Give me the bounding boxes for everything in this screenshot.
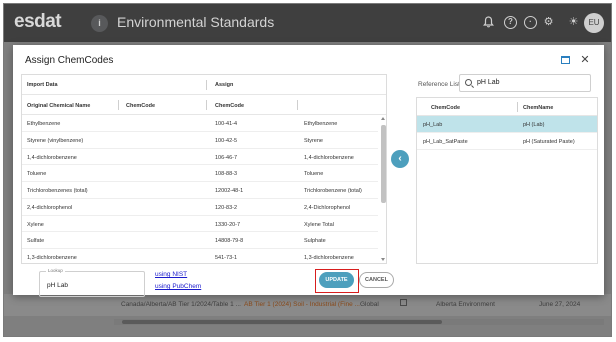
table-column-header: Original Chemical Name ChemCode ChemCode: [22, 95, 386, 115]
cell-ref-chemcode: pH_Lab_SatPaste: [423, 139, 468, 145]
table-row[interactable]: Trichlorobenzenes (total) 12002-48-1 Trich…: [22, 182, 378, 199]
bg-cell-date: June 27, 2024: [539, 301, 581, 308]
search-icon: [465, 79, 472, 86]
cell-assign-chemname: Sulphate: [304, 238, 326, 245]
assign-from-reference-button[interactable]: ‹: [391, 150, 409, 168]
background-horizontal-scrollbar: [114, 319, 604, 325]
info-icon[interactable]: i: [91, 15, 108, 32]
scroll-up-icon[interactable]: [381, 117, 385, 120]
reference-table: ChemCode ChemName pH_Lab pH (Lab) pH_Lab_S…: [416, 97, 598, 264]
assign-chemcodes-dialog: Assign ChemCodes ✕ Import Data Assign Or…: [13, 45, 604, 297]
reference-row[interactable]: pH_Lab_SatPaste pH (Saturated Paste): [417, 133, 597, 150]
cell-ref-chemcode: pH_Lab: [423, 122, 443, 128]
bg-cell-scope: Global: [360, 301, 379, 308]
using-nist-link[interactable]: using NIST: [155, 271, 187, 278]
col-ref-chemcode[interactable]: ChemCode: [431, 105, 460, 111]
cell-assign-chemname: Styrene: [304, 137, 323, 144]
table-vertical-scrollbar[interactable]: [380, 115, 386, 263]
cell-assign-chemcode: 14808-79-8: [215, 238, 244, 245]
reference-row[interactable]: pH_Lab pH (Lab): [417, 116, 597, 133]
table-row[interactable]: Ethylbenzene 100-41-4 Ethylbenzene: [22, 115, 378, 132]
cell-original-name: Trichlorobenzenes (total): [27, 188, 88, 194]
bell-icon[interactable]: [482, 16, 495, 29]
group-header-import: Import Data: [27, 82, 58, 88]
cell-assign-chemname: Ethylbenzene: [304, 121, 338, 127]
scroll-thumb[interactable]: [381, 125, 386, 203]
cell-ref-chemname: pH (Saturated Paste): [523, 139, 575, 145]
cell-original-name: 1,3-dichlorobenzene: [27, 255, 77, 261]
cell-original-name: Sulfate: [27, 238, 45, 245]
table-body: Ethylbenzene 100-41-4 Ethylbenzene Styrene …: [22, 115, 378, 263]
page-title: Environmental Standards: [117, 14, 275, 30]
using-pubchem-link[interactable]: using PubChem: [155, 283, 201, 290]
bg-cell-path: Canada/Alberta/AB Tier 1/2024/Table 1 ..…: [121, 301, 241, 308]
history-icon[interactable]: ·: [524, 16, 537, 29]
col-ref-chemname[interactable]: ChemName: [523, 105, 553, 111]
col-original-chemical-name[interactable]: Original Chemical Name: [27, 103, 90, 109]
cell-assign-chemcode: 108-88-3: [215, 171, 238, 178]
table-row[interactable]: 2,4-dichlorophenol 120-83-2 2,4-Dichloroph…: [22, 199, 378, 216]
cancel-button[interactable]: CANCEL: [359, 272, 394, 288]
maximize-icon[interactable]: [561, 56, 570, 64]
cell-original-name: 1,4-dichlorobenzene: [27, 154, 77, 161]
screenshot-frame: esdat i Environmental Standards ? · ⚙ ☀ …: [3, 3, 612, 337]
cell-assign-chemname: Xylene Total: [304, 221, 334, 228]
cell-assign-chemcode: 100-42-5: [215, 137, 238, 144]
table-row[interactable]: 1,4-dichlorobenzene 106-46-7 1,4-dichlorob…: [22, 149, 378, 166]
table-row[interactable]: Sulfate 14808-79-8 Sulphate: [22, 232, 378, 249]
update-button[interactable]: UPDATE: [319, 272, 354, 288]
group-header-assign: Assign: [215, 82, 234, 88]
reference-search-input[interactable]: pH Lab: [459, 74, 591, 92]
close-icon[interactable]: ✕: [578, 53, 592, 67]
scroll-down-icon[interactable]: [381, 258, 385, 261]
cell-assign-chemcode: 541-73-1: [215, 255, 238, 261]
bg-cell-standard: AB Tier 1 (2024) Soil - Industrial (Fine…: [244, 301, 360, 308]
cell-assign-chemcode: 120-83-2: [215, 204, 238, 211]
help-icon[interactable]: ?: [504, 16, 517, 29]
cell-assign-chemname: 1,3-dichlorobenzene: [304, 255, 354, 261]
theme-sun-icon[interactable]: ☀: [567, 16, 580, 29]
avatar[interactable]: EU: [584, 13, 604, 33]
import-assign-table: Import Data Assign Original Chemical Nam…: [21, 74, 387, 264]
cell-original-name: Styrene (vinylbenzene): [27, 137, 84, 144]
lookup-field[interactable]: Lookup pH Lab: [39, 268, 145, 297]
table-row[interactable]: Xylene 1330-20-7 Xylene Total: [22, 216, 378, 233]
cell-assign-chemname: 1,4-dichlorobenzene: [304, 154, 354, 161]
lookup-value[interactable]: pH Lab: [47, 282, 68, 289]
table-row[interactable]: Toluene 108-88-3 Toluene: [22, 165, 378, 182]
cell-original-name: Xylene: [27, 221, 44, 228]
cell-original-name: Toluene: [27, 171, 47, 178]
reference-search-value[interactable]: pH Lab: [477, 79, 500, 86]
bg-row-checkbox: [400, 299, 407, 306]
cell-ref-chemname: pH (Lab): [523, 122, 545, 128]
table-row[interactable]: 1,3-dichlorobenzene 541-73-1 1,3-dichlorob…: [22, 249, 378, 263]
cell-assign-chemcode: 12002-48-1: [215, 188, 244, 194]
app-header: esdat i Environmental Standards ? · ⚙ ☀ …: [4, 4, 611, 42]
esdat-logo[interactable]: esdat: [14, 11, 62, 33]
reference-table-header: ChemCode ChemName: [417, 98, 597, 116]
cell-assign-chemcode: 106-46-7: [215, 154, 238, 161]
dialog-title: Assign ChemCodes: [25, 55, 114, 66]
lookup-label: Lookup: [46, 268, 65, 273]
cell-original-name: Ethylbenzene: [27, 121, 61, 127]
table-group-header: Import Data Assign: [22, 75, 386, 95]
cell-assign-chemcode: 1330-20-7: [215, 221, 241, 228]
background-table-row: Canada/Alberta/AB Tier 1/2024/Table 1 ..…: [4, 294, 611, 316]
cell-assign-chemcode: 100-41-4: [215, 121, 238, 127]
col-assign-chemcode[interactable]: ChemCode: [215, 103, 244, 109]
table-row[interactable]: Styrene (vinylbenzene) 100-42-5 Styrene: [22, 132, 378, 149]
col-import-chemcode[interactable]: ChemCode: [126, 103, 155, 109]
cell-assign-chemname: Toluene: [304, 171, 324, 178]
gear-icon[interactable]: ⚙: [542, 16, 555, 29]
cell-assign-chemname: Trichlorobenzene (total): [304, 188, 362, 194]
cell-original-name: 2,4-dichlorophenol: [27, 204, 73, 211]
bg-cell-agency: Alberta Environment: [436, 301, 495, 308]
cell-assign-chemname: 2,4-Dichlorophenol: [304, 204, 351, 211]
reference-list-label: Reference List: [418, 81, 460, 88]
